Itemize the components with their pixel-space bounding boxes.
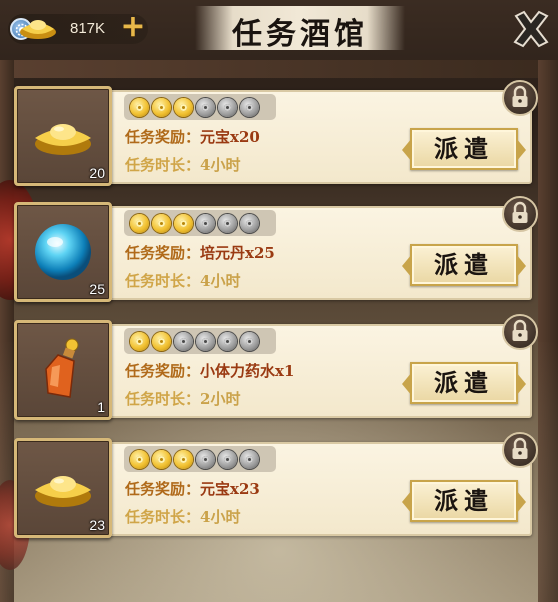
reward-count: 20: [89, 165, 105, 181]
lock-icon[interactable]: [502, 196, 538, 232]
duration-line: 任务时长：4小时: [125, 154, 240, 175]
close-icon: [513, 10, 549, 48]
reward-line: 任务奖励：元宝x23: [125, 478, 260, 499]
reward-value: 小体力药水x1: [200, 362, 295, 380]
duration-value: 4小时: [200, 508, 241, 526]
duration-line: 任务时长：2小时: [125, 388, 240, 409]
difficulty-rating: [124, 328, 276, 354]
star-filled-icon: [174, 450, 193, 469]
reward-count: 1: [97, 399, 105, 415]
star-empty-icon: [240, 214, 259, 233]
reward-line: 任务奖励：培元丹x25: [125, 242, 275, 263]
duration-label: 任务时长：: [125, 508, 201, 526]
reward-thumbnail[interactable]: 25: [14, 202, 112, 302]
add-currency-button[interactable]: +: [120, 12, 146, 42]
duration-label: 任务时长：: [125, 156, 201, 174]
lock-icon[interactable]: [502, 80, 538, 116]
star-filled-icon: [152, 214, 171, 233]
reward-label: 任务奖励：: [125, 244, 201, 262]
duration-label: 任务时长：: [125, 390, 201, 408]
reward-value: 培元丹x25: [200, 244, 275, 262]
star-empty-icon: [240, 450, 259, 469]
dispatch-button[interactable]: 派遣: [402, 480, 526, 522]
lock-icon[interactable]: [502, 432, 538, 468]
reward-label: 任务奖励：: [125, 480, 201, 498]
reward-thumbnail[interactable]: 20: [14, 86, 112, 186]
duration-value: 4小时: [200, 156, 241, 174]
duration-label: 任务时长：: [125, 272, 201, 290]
gold-ingot-icon: [20, 20, 56, 39]
mission-card-1: 20 任务奖励：元宝x20 任务时长：4小时 派遣: [12, 80, 538, 190]
difficulty-rating: [124, 210, 276, 236]
reward-thumbnail[interactable]: 1: [14, 320, 112, 420]
star-empty-icon: [196, 332, 215, 351]
lock-icon[interactable]: [502, 314, 538, 350]
reward-line: 任务奖励：小体力药水x1: [125, 360, 294, 381]
star-empty-icon: [218, 332, 237, 351]
reward-line: 任务奖励：元宝x20: [125, 126, 260, 147]
star-filled-icon: [152, 98, 171, 117]
dispatch-button[interactable]: 派遣: [402, 128, 526, 170]
star-empty-icon: [196, 98, 215, 117]
page-title: 任务酒馆: [232, 17, 368, 52]
star-filled-icon: [130, 332, 149, 351]
mission-card-4: 23 任务奖励：元宝x23 任务时长：4小时 派遣: [12, 432, 538, 542]
star-filled-icon: [130, 98, 149, 117]
duration-line: 任务时长：4小时: [125, 506, 240, 527]
star-empty-icon: [218, 98, 237, 117]
star-empty-icon: [240, 98, 259, 117]
close-button[interactable]: [510, 8, 552, 50]
reward-value: 元宝x20: [200, 128, 260, 146]
currency-amount: 817K: [70, 20, 106, 37]
star-empty-icon: [218, 450, 237, 469]
star-filled-icon: [130, 214, 149, 233]
reward-value: 元宝x23: [200, 480, 260, 498]
mission-card-2: 25 任务奖励：培元丹x25 任务时长：4小时 派遣: [12, 196, 538, 306]
background-beam: [0, 60, 558, 78]
star-filled-icon: [152, 450, 171, 469]
difficulty-rating: [124, 94, 276, 120]
star-empty-icon: [196, 214, 215, 233]
star-filled-icon: [152, 332, 171, 351]
star-filled-icon: [130, 450, 149, 469]
star-empty-icon: [218, 214, 237, 233]
star-empty-icon: [196, 450, 215, 469]
duration-line: 任务时长：4小时: [125, 270, 240, 291]
duration-value: 2小时: [200, 390, 241, 408]
reward-count: 23: [89, 517, 105, 533]
mission-card-3: 1 任务奖励：小体力药水x1 任务时长：2小时 派遣: [12, 314, 538, 424]
reward-count: 25: [89, 281, 105, 297]
potion-bottle-icon: [17, 323, 109, 417]
star-empty-icon: [240, 332, 259, 351]
star-empty-icon: [174, 332, 193, 351]
reward-thumbnail[interactable]: 23: [14, 438, 112, 538]
star-filled-icon: [174, 214, 193, 233]
dispatch-button[interactable]: 派遣: [402, 362, 526, 404]
difficulty-rating: [124, 446, 276, 472]
duration-value: 4小时: [200, 272, 241, 290]
reward-label: 任务奖励：: [125, 128, 201, 146]
dispatch-button[interactable]: 派遣: [402, 244, 526, 286]
top-bar: 817K + 任务酒馆: [0, 0, 558, 60]
reward-label: 任务奖励：: [125, 362, 201, 380]
star-filled-icon: [174, 98, 193, 117]
